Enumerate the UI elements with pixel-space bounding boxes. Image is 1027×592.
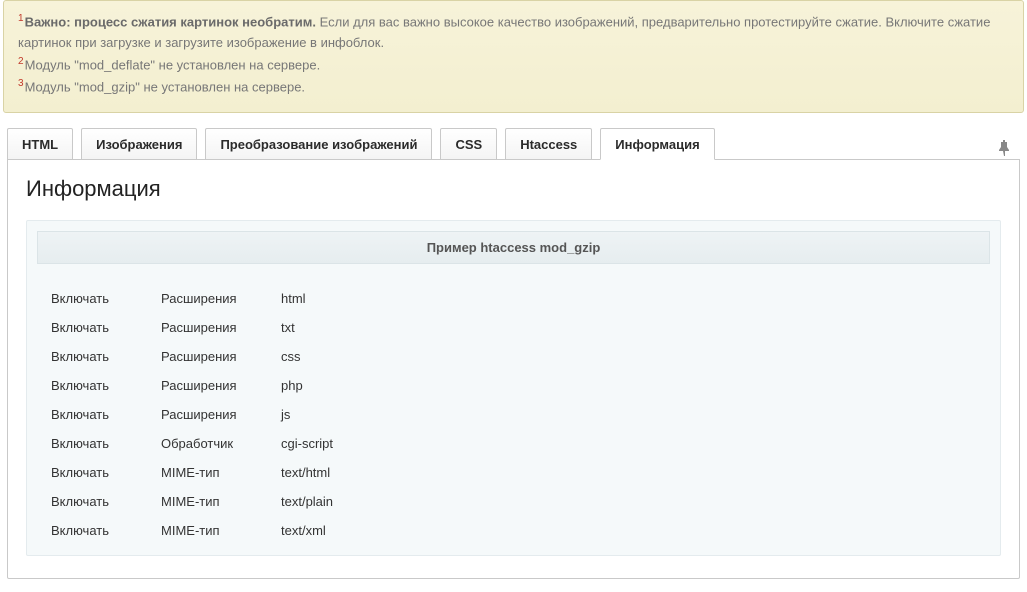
- cell-include: Включать: [51, 436, 161, 451]
- tab-images[interactable]: Изображения: [81, 128, 197, 160]
- cell-value: html: [281, 291, 976, 306]
- tab-label: CSS: [455, 137, 482, 152]
- notice-index: 2: [18, 56, 24, 67]
- notice-index: 1: [18, 13, 24, 24]
- table-row: Включать MIME-тип text/xml: [51, 516, 976, 545]
- pin-icon: [998, 144, 1010, 159]
- htaccess-example-block: Пример htaccess mod_gzip Включать Расшир…: [26, 220, 1001, 556]
- tab-image-transform[interactable]: Преобразование изображений: [205, 128, 432, 160]
- tab-label: Изображения: [96, 137, 182, 152]
- tab-label: HTML: [22, 137, 58, 152]
- panel-title: Информация: [26, 176, 1001, 202]
- cell-type: Расширения: [161, 407, 281, 422]
- cell-type: Расширения: [161, 378, 281, 393]
- cell-include: Включать: [51, 465, 161, 480]
- tab-row: HTML Изображения Преобразование изображе…: [3, 123, 1024, 159]
- cell-value: js: [281, 407, 976, 422]
- table-row: Включать Расширения php: [51, 371, 976, 400]
- table-row: Включать MIME-тип text/html: [51, 458, 976, 487]
- cell-type: Обработчик: [161, 436, 281, 451]
- tab-htaccess[interactable]: Htaccess: [505, 128, 592, 160]
- pin-button[interactable]: [998, 134, 1020, 159]
- content-panel: Информация Пример htaccess mod_gzip Вклю…: [7, 159, 1020, 579]
- tab-html[interactable]: HTML: [7, 128, 73, 160]
- cell-type: MIME-тип: [161, 465, 281, 480]
- cell-type: Расширения: [161, 320, 281, 335]
- cell-include: Включать: [51, 349, 161, 364]
- cell-value: css: [281, 349, 976, 364]
- table-row: Включать Расширения txt: [51, 313, 976, 342]
- tab-label: Htaccess: [520, 137, 577, 152]
- tab-label: Информация: [615, 137, 699, 152]
- cell-include: Включать: [51, 320, 161, 335]
- cell-type: MIME-тип: [161, 523, 281, 538]
- notice-line: 3Модуль "mod_gzip" не установлен на серв…: [18, 76, 1009, 98]
- cell-value: text/xml: [281, 523, 976, 538]
- table-row: Включать Расширения html: [51, 284, 976, 313]
- cell-include: Включать: [51, 291, 161, 306]
- warning-notice: 1Важно: процесс сжатия картинок необрати…: [3, 0, 1024, 113]
- notice-strong: Важно: процесс сжатия картинок необратим…: [25, 14, 316, 29]
- cell-value: text/html: [281, 465, 976, 480]
- notice-line: 2Модуль "mod_deflate" не установлен на с…: [18, 54, 1009, 76]
- cell-value: cgi-script: [281, 436, 976, 451]
- cell-include: Включать: [51, 494, 161, 509]
- table-row: Включать MIME-тип text/plain: [51, 487, 976, 516]
- cell-include: Включать: [51, 407, 161, 422]
- cell-include: Включать: [51, 523, 161, 538]
- cell-type: Расширения: [161, 349, 281, 364]
- block-header: Пример htaccess mod_gzip: [37, 231, 990, 264]
- cell-include: Включать: [51, 378, 161, 393]
- tab-information[interactable]: Информация: [600, 128, 714, 160]
- notice-text: Модуль "mod_gzip" не установлен на серве…: [25, 79, 305, 94]
- notice-text: Модуль "mod_deflate" не установлен на се…: [25, 57, 321, 72]
- cell-type: MIME-тип: [161, 494, 281, 509]
- notice-line: 1Важно: процесс сжатия картинок необрати…: [18, 11, 1009, 54]
- config-grid: Включать Расширения html Включать Расшир…: [27, 278, 1000, 545]
- cell-value: php: [281, 378, 976, 393]
- cell-value: txt: [281, 320, 976, 335]
- table-row: Включать Расширения css: [51, 342, 976, 371]
- notice-index: 3: [18, 78, 24, 89]
- tab-css[interactable]: CSS: [440, 128, 497, 160]
- table-row: Включать Обработчик cgi-script: [51, 429, 976, 458]
- tab-label: Преобразование изображений: [220, 137, 417, 152]
- cell-type: Расширения: [161, 291, 281, 306]
- cell-value: text/plain: [281, 494, 976, 509]
- table-row: Включать Расширения js: [51, 400, 976, 429]
